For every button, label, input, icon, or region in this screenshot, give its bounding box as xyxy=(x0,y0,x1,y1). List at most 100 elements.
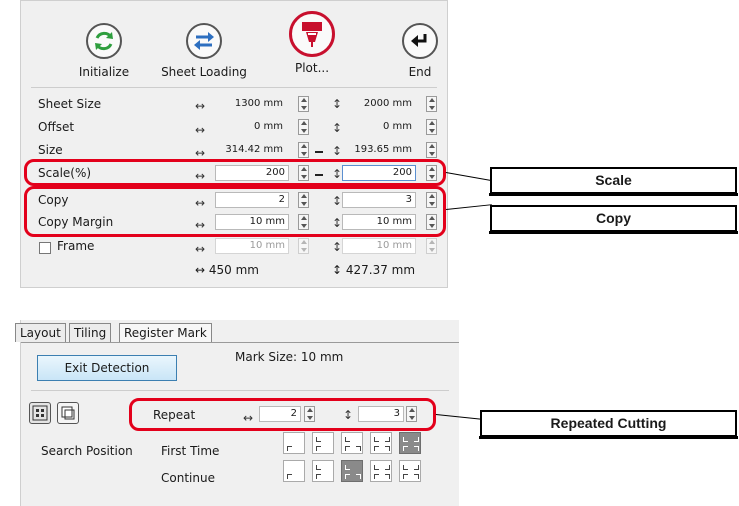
initialize-label: Initialize xyxy=(78,65,130,79)
register-mark-corner-icon xyxy=(403,446,408,451)
register-mark-corner-icon xyxy=(403,465,408,470)
section-divider xyxy=(31,390,449,391)
register-mark-corner-icon xyxy=(374,446,379,451)
register-mark-corner-icon xyxy=(385,446,390,451)
search-position-cell[interactable] xyxy=(312,460,334,482)
mark-size-label: Mark Size: 10 mm xyxy=(235,350,344,364)
sheet-loading-label: Sheet Loading xyxy=(161,65,247,79)
width-arrow-icon: ↔ xyxy=(195,146,206,160)
register-mark-corner-icon xyxy=(385,465,390,470)
refresh-icon xyxy=(86,23,122,59)
register-mark-corner-icon xyxy=(316,437,321,442)
search-position-cell[interactable] xyxy=(370,460,392,482)
register-mark-corner-icon xyxy=(287,474,292,479)
plot-settings-panel: Initialize Sheet Loading Plot... End She… xyxy=(20,0,448,288)
register-mark-corner-icon xyxy=(374,437,379,442)
search-position-cell[interactable] xyxy=(399,432,421,454)
register-mark-corner-icon xyxy=(345,474,350,479)
sheet-width-stepper[interactable] xyxy=(298,96,309,112)
tab-layout[interactable]: Layout xyxy=(15,323,66,342)
register-mark-corner-icon xyxy=(374,465,379,470)
register-mark-corner-icon xyxy=(345,437,350,442)
offset-y-stepper[interactable] xyxy=(426,119,437,135)
height-arrow-icon: ↕ xyxy=(332,240,343,254)
initialize-button[interactable]: Initialize xyxy=(69,23,139,79)
register-mark-corner-icon xyxy=(287,446,292,451)
search-position-label: Search Position xyxy=(41,444,133,458)
frame-checkbox[interactable] xyxy=(39,242,51,254)
register-mark-corner-icon xyxy=(385,437,390,442)
size-label: Size xyxy=(38,143,63,157)
tab-tiling[interactable]: Tiling xyxy=(69,323,112,342)
plot-cutter-icon xyxy=(289,11,335,57)
mark-detect-all-icon[interactable] xyxy=(29,402,51,424)
search-position-cell[interactable] xyxy=(283,460,305,482)
offset-x-field[interactable]: 0 mm xyxy=(217,119,287,135)
frame-y-field[interactable]: 10 mm xyxy=(342,238,416,254)
first-time-label: First Time xyxy=(161,444,220,458)
register-mark-corner-icon xyxy=(316,465,321,470)
height-arrow-icon: ↕ xyxy=(332,121,343,135)
offset-x-stepper[interactable] xyxy=(298,119,309,135)
continue-label: Continue xyxy=(161,471,215,485)
size-height-field[interactable]: 193.65 mm xyxy=(342,142,416,158)
frame-x-stepper[interactable] xyxy=(298,238,309,254)
search-position-cell[interactable] xyxy=(341,432,363,454)
search-position-cell[interactable] xyxy=(283,432,305,454)
frame-label: Frame xyxy=(57,239,95,253)
size-width-stepper[interactable] xyxy=(298,142,309,158)
sheet-height-field[interactable]: 2000 mm xyxy=(344,96,416,112)
register-mark-corner-icon xyxy=(374,474,379,479)
register-mark-corner-icon xyxy=(356,446,361,451)
scale-pointer-line xyxy=(445,172,492,181)
height-arrow-icon: ↕ xyxy=(332,97,343,111)
sheet-size-label: Sheet Size xyxy=(38,97,102,111)
register-mark-corner-icon xyxy=(403,437,408,442)
plot-button[interactable]: Plot... xyxy=(279,11,345,75)
tab-strip-divider xyxy=(21,342,459,343)
register-mark-corner-icon xyxy=(345,446,350,451)
exit-detection-button[interactable]: Exit Detection xyxy=(37,355,177,381)
search-position-cell[interactable] xyxy=(370,432,392,454)
repeat-highlight xyxy=(129,398,436,431)
offset-label: Offset xyxy=(38,120,75,134)
register-mark-corner-icon xyxy=(316,474,321,479)
toolbar-divider xyxy=(31,87,437,88)
offset-y-field[interactable]: 0 mm xyxy=(344,119,416,135)
total-height: ↕ 427.37 mm xyxy=(332,263,416,277)
return-arrow-icon xyxy=(402,23,438,59)
width-arrow-icon: ↔ xyxy=(195,99,206,113)
copy-highlight xyxy=(24,186,446,237)
frame-x-field[interactable]: 10 mm xyxy=(215,238,289,254)
register-mark-corner-icon xyxy=(414,437,419,442)
end-button[interactable]: End xyxy=(395,23,445,79)
sheet-width-field[interactable]: 1300 mm xyxy=(217,96,287,112)
plot-label: Plot... xyxy=(294,61,330,75)
search-position-cell[interactable] xyxy=(399,460,421,482)
total-width: ↔ 450 mm xyxy=(195,263,259,277)
end-label: End xyxy=(408,65,432,79)
register-mark-corner-icon xyxy=(414,446,419,451)
swap-arrows-icon xyxy=(186,23,222,59)
register-mark-corner-icon xyxy=(356,474,361,479)
mark-detect-single-icon[interactable] xyxy=(57,402,79,424)
search-position-cell[interactable] xyxy=(341,460,363,482)
width-arrow-icon: ↔ xyxy=(195,123,206,137)
sheet-loading-button[interactable]: Sheet Loading xyxy=(159,23,249,79)
search-position-cell[interactable] xyxy=(312,432,334,454)
frame-y-stepper[interactable] xyxy=(426,238,437,254)
copy-callout: Copy xyxy=(489,205,738,234)
copy-pointer-line xyxy=(446,204,492,210)
register-mark-corner-icon xyxy=(345,465,350,470)
height-arrow-icon: ↕ xyxy=(332,144,343,158)
register-mark-corner-icon xyxy=(316,446,321,451)
size-height-stepper[interactable] xyxy=(426,142,437,158)
sheet-height-stepper[interactable] xyxy=(426,96,437,112)
scale-highlight xyxy=(24,159,446,186)
size-width-field[interactable]: 314.42 mm xyxy=(215,142,287,158)
aspect-link-icon xyxy=(315,151,323,153)
tab-register-mark[interactable]: Register Mark xyxy=(119,323,212,342)
register-mark-corner-icon xyxy=(403,474,408,479)
repeated-cutting-callout: Repeated Cutting xyxy=(479,410,738,439)
register-mark-corner-icon xyxy=(414,474,419,479)
